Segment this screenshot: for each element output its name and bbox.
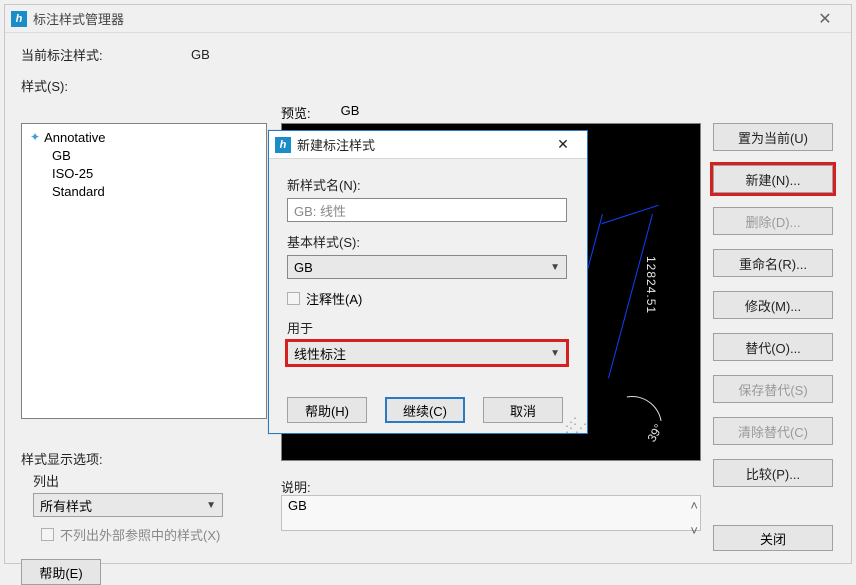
chevron-down-icon: ▼ (550, 262, 560, 273)
list-item[interactable]: Standard (30, 182, 258, 200)
list-item[interactable]: ISO-25 (30, 164, 258, 182)
chevron-down-icon[interactable]: ˅ (690, 523, 698, 538)
continue-button[interactable]: 继续(C) (385, 397, 465, 423)
use-for-label: 用于 (287, 318, 569, 337)
close-icon[interactable]: ✕ (545, 131, 581, 159)
app-icon: h (11, 11, 27, 27)
preview-label: 预览: (281, 103, 311, 122)
inner-button-row: 帮助(H) 继续(C) 取消 (287, 397, 563, 423)
style-name: Annotative (44, 130, 105, 145)
dropdown-value: 线性标注 (294, 344, 346, 363)
styles-listbox[interactable]: ✦ Annotative GB ISO-25 Standard (21, 123, 267, 419)
style-name: GB (52, 148, 71, 163)
ext-ref-checkbox-label: 不列出外部参照中的样式(X) (60, 525, 220, 544)
dropdown-value: GB (294, 260, 313, 275)
description-scroll[interactable]: ˄ ˅ (690, 498, 698, 538)
chevron-down-icon: ▼ (206, 500, 216, 511)
list-item[interactable]: ✦ Annotative (30, 128, 258, 146)
delete-button: 删除(D)... (713, 207, 833, 235)
checkbox-icon[interactable] (287, 292, 300, 305)
checkbox-icon[interactable] (41, 528, 54, 541)
show-options-dropdown[interactable]: 所有样式 ▼ (33, 493, 223, 517)
new-name-input[interactable]: GB: 线性 (287, 198, 567, 222)
styles-label: 样式(S): (21, 76, 835, 95)
inner-titlebar: h 新建标注样式 ✕ (269, 131, 587, 159)
preview-label-row: 预览: GB (281, 103, 359, 122)
compare-button[interactable]: 比较(P)... (713, 459, 833, 487)
chevron-down-icon: ▼ (550, 348, 560, 359)
current-style-row: 当前标注样式: GB (21, 45, 835, 64)
inner-help-button[interactable]: 帮助(H) (287, 397, 367, 423)
resize-grip-icon[interactable]: ⋰⋰⋰ (565, 419, 585, 431)
inner-body: 新样式名(N): GB: 线性 基本样式(S): GB ▼ 注释性(A) 用于 … (269, 159, 587, 433)
app-icon: h (275, 137, 291, 153)
set-current-button[interactable]: 置为当前(U) (713, 123, 833, 151)
show-options-label: 样式显示选项: (21, 449, 103, 468)
ext-ref-checkbox-row[interactable]: 不列出外部参照中的样式(X) (41, 525, 220, 544)
description-label: 说明: (281, 477, 311, 496)
use-for-dropdown[interactable]: 线性标注 ▼ (287, 341, 567, 365)
annotative-checkbox-row[interactable]: 注释性(A) (287, 289, 569, 308)
cancel-button[interactable]: 取消 (483, 397, 563, 423)
side-buttons-column: 置为当前(U) 新建(N)... 删除(D)... 重命名(R)... 修改(M… (713, 123, 833, 487)
new-button[interactable]: 新建(N)... (713, 165, 833, 193)
description-box: GB ˄ ˅ (281, 495, 701, 531)
current-style-label: 当前标注样式: (21, 45, 191, 64)
new-name-label: 新样式名(N): (287, 175, 569, 194)
help-button[interactable]: 帮助(E) (21, 559, 101, 585)
titlebar: h 标注样式管理器 ✕ (5, 5, 851, 33)
description-value: GB (288, 498, 307, 513)
dimension-value-vertical: 12824.51 (644, 256, 658, 314)
clear-override-button: 清除替代(C) (713, 417, 833, 445)
style-name: ISO-25 (52, 166, 93, 181)
modify-button[interactable]: 修改(M)... (713, 291, 833, 319)
list-item[interactable]: GB (30, 146, 258, 164)
close-icon[interactable]: ✕ (805, 5, 845, 33)
annotative-icon: ✦ (30, 130, 40, 144)
show-options-sublabel: 列出 (33, 471, 59, 490)
base-style-dropdown[interactable]: GB ▼ (287, 255, 567, 279)
inner-window-title: 新建标注样式 (297, 135, 375, 154)
annotative-label: 注释性(A) (306, 289, 362, 308)
input-value: GB: 线性 (294, 201, 346, 220)
preview-style-name: GB (341, 103, 360, 122)
save-override-button: 保存替代(S) (713, 375, 833, 403)
rename-button[interactable]: 重命名(R)... (713, 249, 833, 277)
window-title: 标注样式管理器 (33, 9, 124, 28)
close-button[interactable]: 关闭 (713, 525, 833, 551)
new-dim-style-dialog: h 新建标注样式 ✕ 新样式名(N): GB: 线性 基本样式(S): GB ▼… (268, 130, 588, 434)
style-name: Standard (52, 184, 105, 199)
current-style-value: GB (191, 47, 210, 62)
chevron-up-icon[interactable]: ˄ (690, 498, 698, 513)
override-button[interactable]: 替代(O)... (713, 333, 833, 361)
base-style-label: 基本样式(S): (287, 232, 569, 251)
dropdown-value: 所有样式 (40, 496, 92, 515)
